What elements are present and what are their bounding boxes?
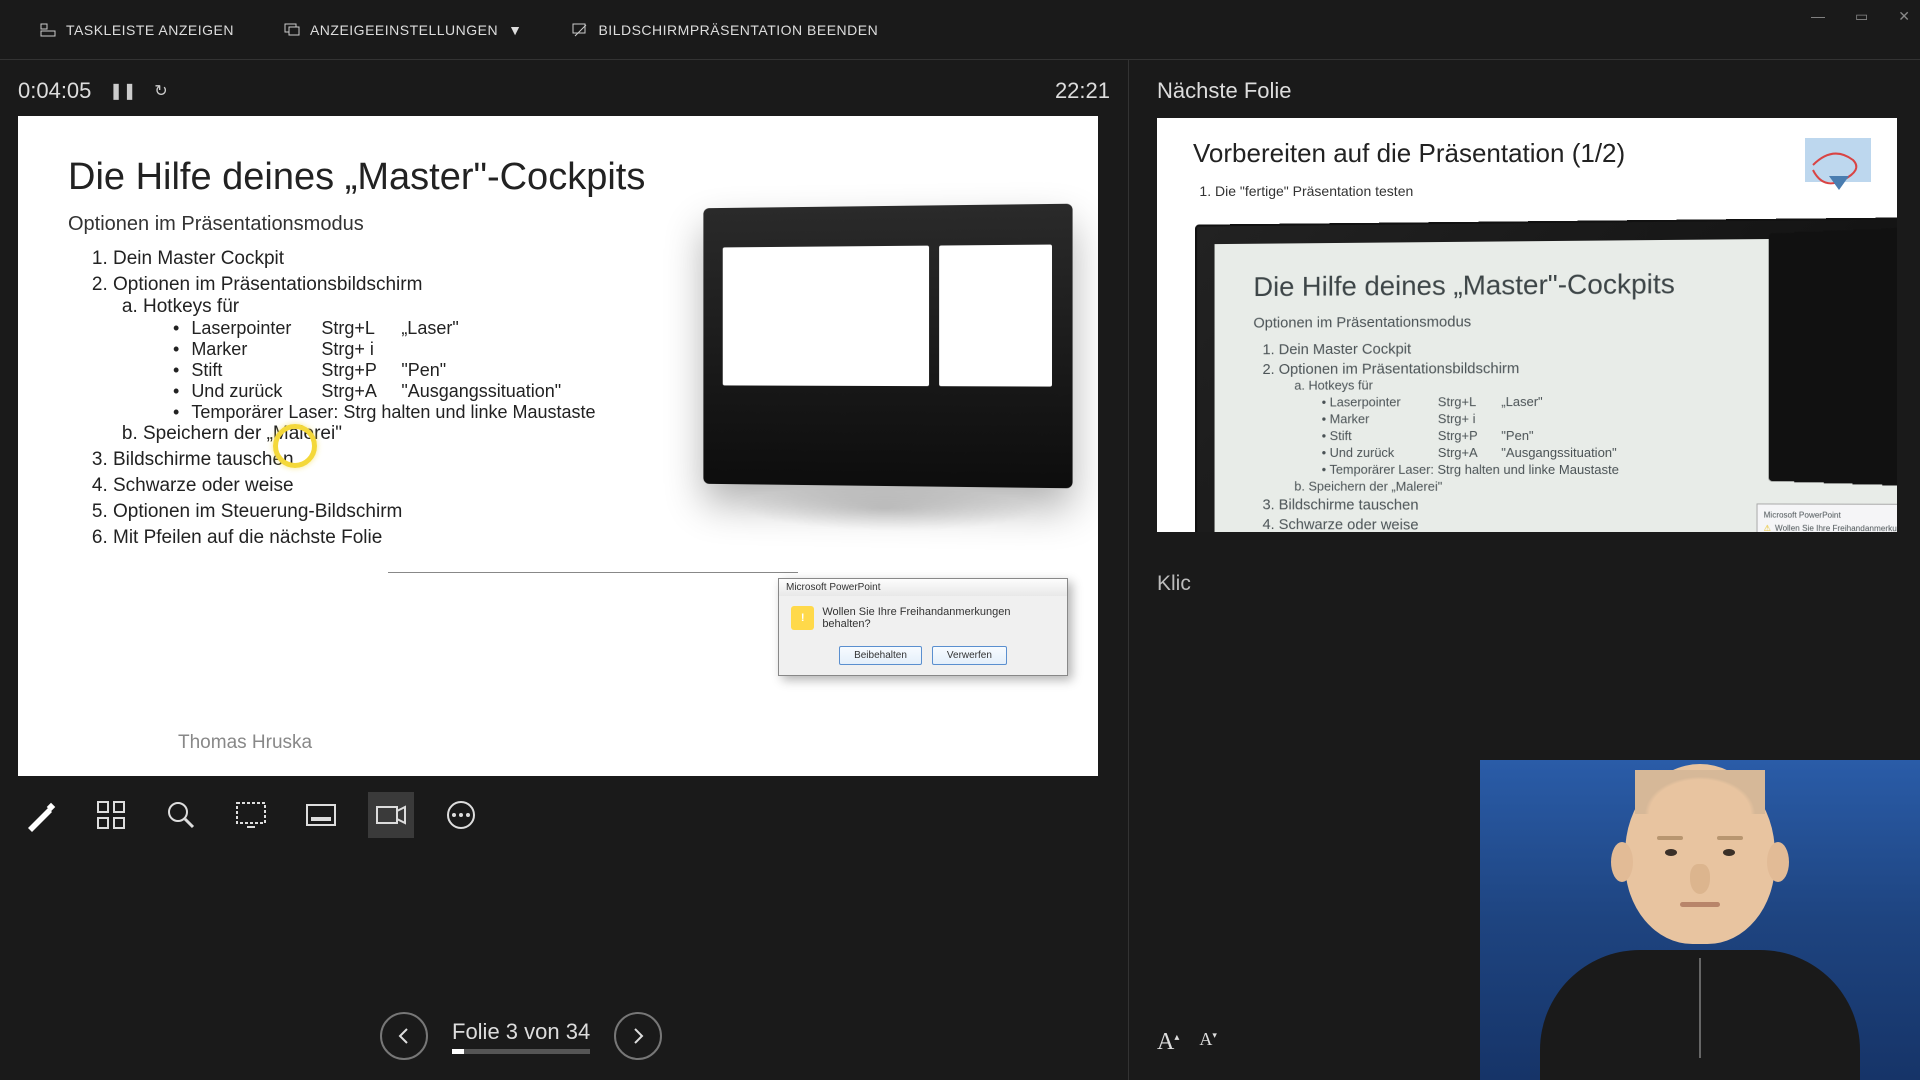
- embedded-dialog: Microsoft PowerPoint ! Wollen Sie Ihre F…: [778, 578, 1068, 676]
- next-slide-button[interactable]: [614, 1012, 662, 1060]
- slide-progress: [452, 1049, 590, 1054]
- dialog-message: Wollen Sie Ihre Freihandanmerkungen beha…: [822, 606, 1055, 630]
- pause-button[interactable]: ❚❚: [109, 81, 136, 101]
- right-panel: Nächste Folie Vorbereiten auf die Präsen…: [1128, 60, 1920, 1080]
- end-show-icon: [572, 22, 588, 38]
- zoom-tool[interactable]: [158, 792, 204, 838]
- list-item: Die "fertige" Präsentation testen: [1215, 183, 1861, 199]
- font-decrease-button[interactable]: A▾: [1199, 1029, 1217, 1056]
- camera-tool[interactable]: [368, 792, 414, 838]
- red-annotation: [1803, 140, 1869, 206]
- slide-author: Thomas Hruska: [178, 732, 312, 754]
- next-slide-heading: Nächste Folie: [1157, 78, 1900, 104]
- current-slide-view[interactable]: Die Hilfe deines „Master"-Cockpits Optio…: [18, 116, 1098, 776]
- keep-button: Beibehalten: [839, 646, 922, 665]
- next-slide-title: Vorbereiten auf die Präsentation (1/2): [1193, 138, 1861, 169]
- show-taskbar-button[interactable]: TASKLEISTE ANZEIGEN: [40, 22, 234, 38]
- callout-line: [388, 572, 798, 573]
- dialog-title: Microsoft PowerPoint: [779, 579, 1067, 596]
- slide-navigation: Folie 3 von 34: [380, 1012, 662, 1060]
- maximize-icon[interactable]: ▭: [1855, 8, 1868, 25]
- subtitle-tool[interactable]: [298, 792, 344, 838]
- warning-icon: !: [791, 606, 814, 630]
- all-slides-tool[interactable]: [88, 792, 134, 838]
- minimize-icon[interactable]: —: [1811, 8, 1825, 25]
- presenter-tools: [18, 776, 1110, 838]
- embedded-monitor-photo: Die Hilfe deines „Master"-Cockpits Optio…: [1195, 217, 1897, 532]
- display-settings-icon: [284, 22, 300, 38]
- close-icon[interactable]: ✕: [1898, 8, 1910, 25]
- taskbar-icon: [40, 22, 56, 38]
- pen-tool[interactable]: [18, 792, 64, 838]
- current-time: 22:21: [1055, 78, 1110, 104]
- webcam-feed[interactable]: [1480, 760, 1920, 1080]
- laser-highlight-annotation: [273, 424, 317, 468]
- elapsed-time: 0:04:05: [18, 78, 91, 104]
- restart-timer-button[interactable]: ↻: [154, 81, 167, 101]
- prev-slide-button[interactable]: [380, 1012, 428, 1060]
- down-arrow-icon: [1829, 176, 1849, 190]
- slide-counter: Folie 3 von 34: [452, 1019, 590, 1045]
- notes-prompt[interactable]: Klic: [1157, 572, 1900, 596]
- end-show-label: BILDSCHIRMPRÄSENTATION BEENDEN: [598, 22, 878, 38]
- left-panel: 0:04:05 ❚❚ ↻ 22:21 Die Hilfe deines „Mas…: [0, 60, 1128, 1080]
- more-tools[interactable]: [438, 792, 484, 838]
- black-screen-tool[interactable]: [228, 792, 274, 838]
- chevron-down-icon: ▼: [508, 22, 522, 38]
- font-increase-button[interactable]: A▴: [1157, 1029, 1179, 1056]
- slide-title: Die Hilfe deines „Master"-Cockpits: [68, 156, 1048, 199]
- display-settings-button[interactable]: ANZEIGEEINSTELLUNGEN ▼: [284, 22, 523, 38]
- next-slide-view[interactable]: Vorbereiten auf die Präsentation (1/2) D…: [1157, 118, 1897, 532]
- presenter-topbar: TASKLEISTE ANZEIGEN ANZEIGEEINSTELLUNGEN…: [0, 0, 1920, 60]
- end-slideshow-button[interactable]: BILDSCHIRMPRÄSENTATION BEENDEN: [572, 22, 878, 38]
- embedded-screenshot: [703, 204, 1072, 489]
- discard-button: Verwerfen: [932, 646, 1007, 665]
- show-taskbar-label: TASKLEISTE ANZEIGEN: [66, 22, 234, 38]
- display-settings-label: ANZEIGEEINSTELLUNGEN: [310, 22, 498, 38]
